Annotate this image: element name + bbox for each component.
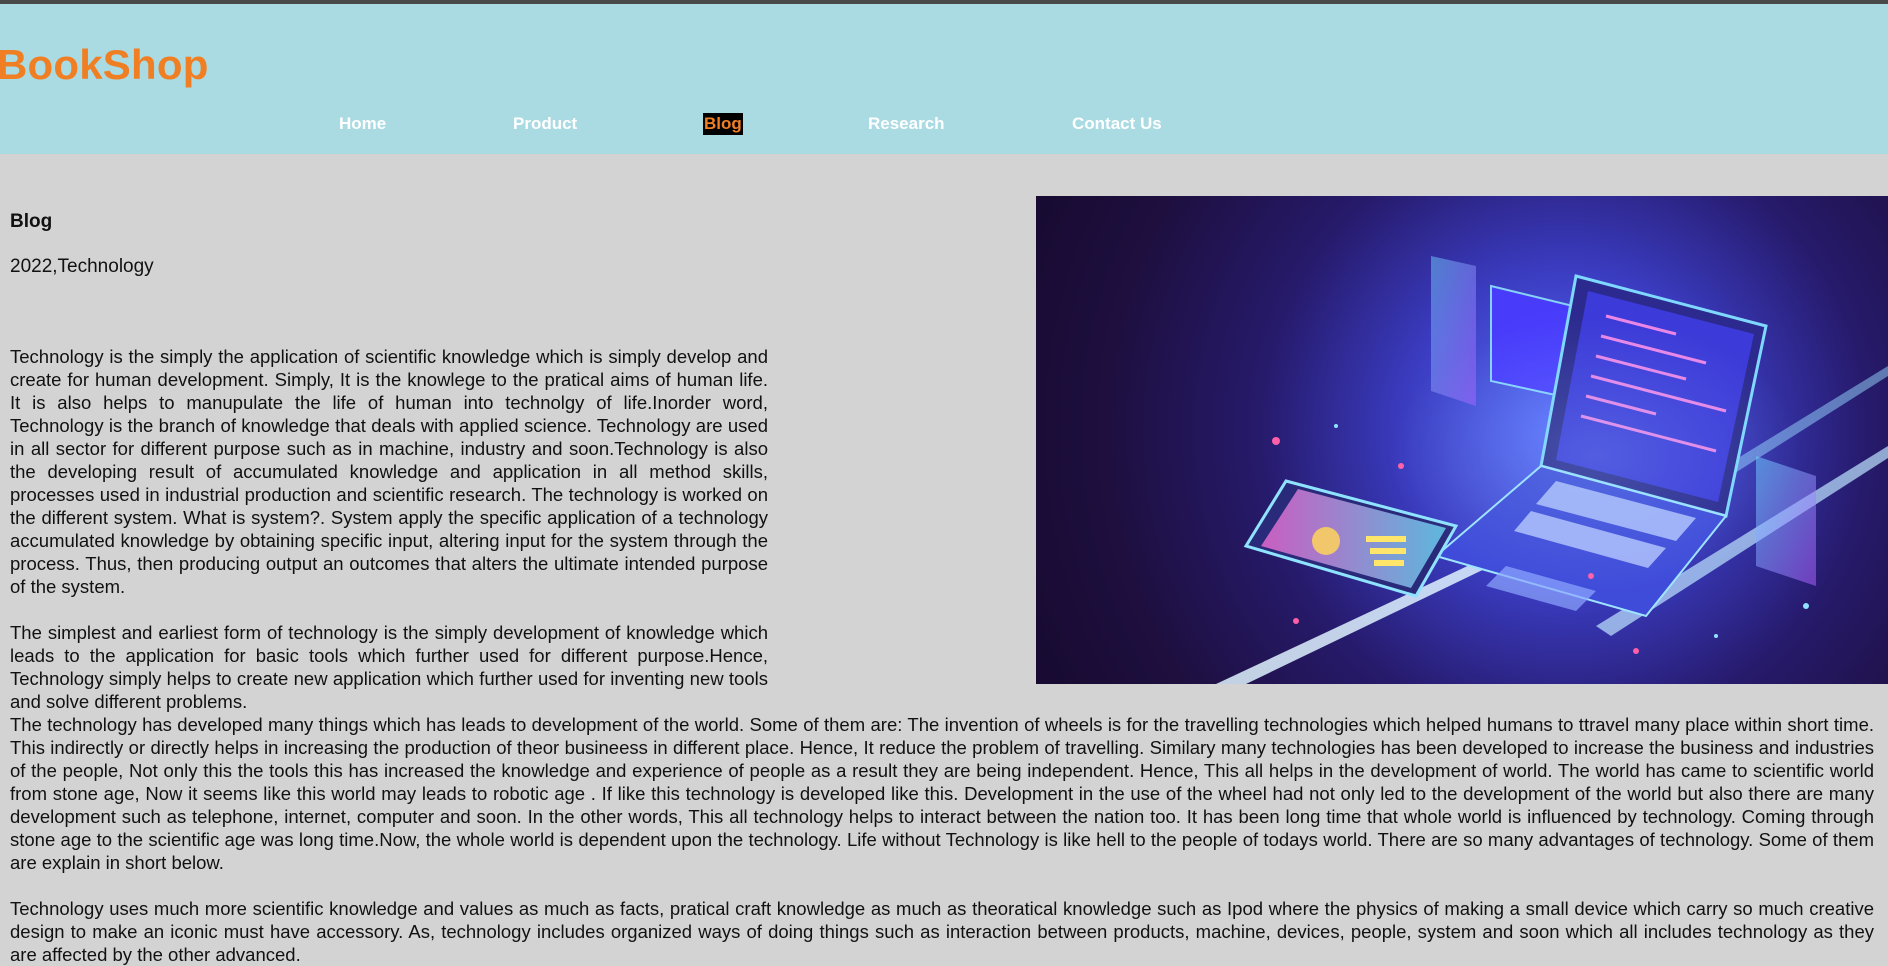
article-paragraph: Technology uses much more scientific kno… <box>10 898 1874 965</box>
article-paragraph: The technology has developed many things… <box>10 714 1874 873</box>
brand-logo[interactable]: BookShop <box>0 44 209 86</box>
nav-research[interactable]: Research <box>868 113 945 135</box>
nav-blog[interactable]: Blog <box>703 113 743 135</box>
main-content: Blog 2022,Technology Technology is the s… <box>0 154 1888 965</box>
main-nav: Home Product Blog Research Contact Us <box>0 113 1888 141</box>
nav-contact-us[interactable]: Contact Us <box>1072 113 1162 135</box>
image-float-spacer <box>768 210 1874 684</box>
article: Blog 2022,Technology Technology is the s… <box>10 210 1874 966</box>
nav-home[interactable]: Home <box>339 113 386 135</box>
site-header: BookShop Home Product Blog Research Cont… <box>0 4 1888 154</box>
nav-product[interactable]: Product <box>513 113 577 135</box>
